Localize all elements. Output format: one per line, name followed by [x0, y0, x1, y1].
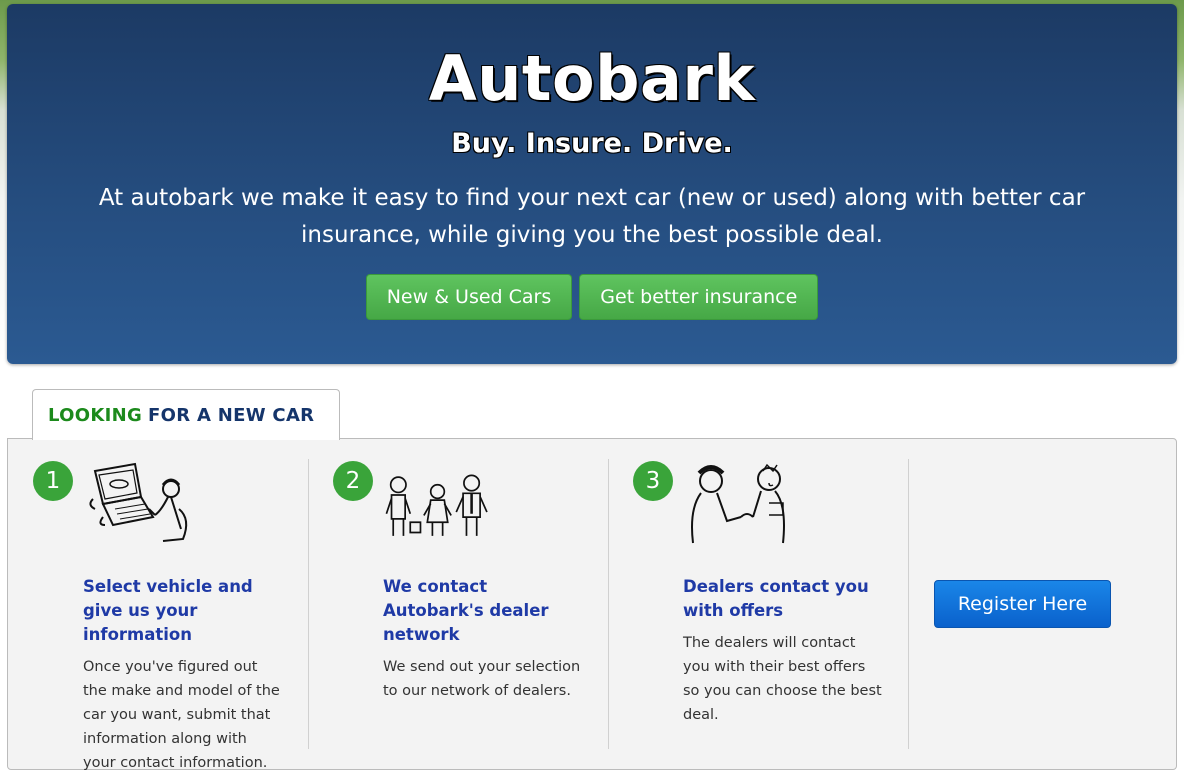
person-at-computer-icon	[89, 462, 188, 542]
steps-panel: 1 Select vehicle and give us your inform…	[7, 438, 1177, 771]
step-description: The dealers will contact you with their …	[683, 635, 882, 723]
step-title: Select vehicle and give us your informat…	[83, 577, 253, 644]
family-group-icon	[385, 474, 488, 536]
register-button[interactable]: Register Here	[934, 580, 1111, 628]
tagline: Buy. Insure. Drive.	[451, 128, 733, 159]
step-title: Dealers contact you with offers	[683, 577, 869, 620]
step-number-badge: 3	[633, 461, 673, 501]
hero-buttons: New & Used Cars Get better insurance	[7, 274, 1177, 320]
step-2: 2 We contact Autobark's dealer network W…	[308, 459, 609, 749]
step-number-badge: 2	[333, 461, 373, 501]
tab-looking-for-new-car[interactable]: LOOKING FOR A NEW CAR	[32, 389, 340, 440]
step-number-badge: 1	[33, 461, 73, 501]
hero-banner: Autobark Buy. Insure. Drive. At autobark…	[7, 4, 1177, 364]
step-1: 1 Select vehicle and give us your inform…	[8, 459, 309, 771]
tab-label-rest: FOR A NEW CAR	[148, 404, 315, 426]
step-3: 3 Dealers contact you with offers The de…	[608, 459, 909, 749]
new-used-cars-button[interactable]: New & Used Cars	[365, 274, 573, 320]
step-title: We contact Autobark's dealer network	[383, 577, 549, 644]
tab-label-highlight: LOOKING	[48, 404, 143, 426]
get-insurance-button[interactable]: Get better insurance	[579, 274, 819, 320]
handshake-icon	[691, 463, 785, 544]
intro-text: At autobark we make it easy to find your…	[98, 185, 1086, 248]
step-description: We send out your selection to our networ…	[383, 659, 581, 699]
step-description: Once you've figured out the make and mod…	[83, 659, 280, 771]
site-title: Autobark	[428, 42, 756, 115]
